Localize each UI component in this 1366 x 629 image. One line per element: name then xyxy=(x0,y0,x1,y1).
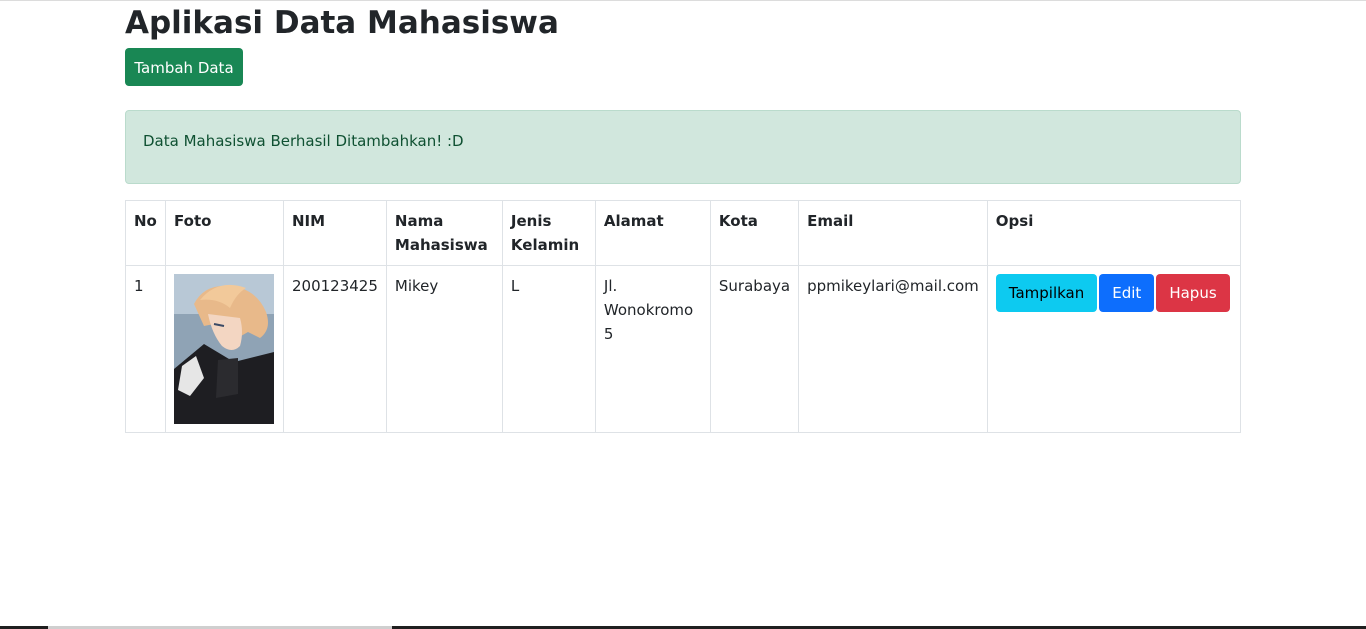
header-nama-line1: Nama xyxy=(394,212,444,230)
cell-email: ppmikeylari@mail.com xyxy=(798,265,988,433)
action-buttons: Tampilkan Edit Hapus xyxy=(995,274,1232,312)
student-table: No Foto NIM Nama Mahasiswa Jenis Kelamin… xyxy=(125,200,1242,433)
header-nama: Nama Mahasiswa xyxy=(385,200,503,266)
edit-button[interactable]: Edit xyxy=(1099,274,1155,312)
add-data-button[interactable]: Tambah Data xyxy=(125,48,243,86)
top-border xyxy=(0,0,1366,1)
header-kota: Kota xyxy=(709,200,800,266)
delete-button[interactable]: Hapus xyxy=(1156,274,1230,312)
cell-nama: Mikey xyxy=(385,265,503,433)
cell-kota: Surabaya xyxy=(709,265,800,433)
success-alert: Data Mahasiswa Berhasil Ditambahkan! :D xyxy=(125,110,1241,184)
header-alamat: Alamat xyxy=(594,200,711,266)
table-row: 1 200123425 Mikey L Jl. Wonokromo 5 Sura… xyxy=(125,265,1242,433)
header-nama-line2: Mahasiswa xyxy=(394,236,488,254)
header-no: No xyxy=(125,200,166,266)
header-opsi: Opsi xyxy=(986,200,1242,266)
header-foto: Foto xyxy=(165,200,284,266)
header-jenis-kelamin: Jenis Kelamin xyxy=(501,200,596,266)
header-nim: NIM xyxy=(283,200,387,266)
cell-opsi: Tampilkan Edit Hapus xyxy=(986,265,1242,433)
table-header-row: No Foto NIM Nama Mahasiswa Jenis Kelamin… xyxy=(125,200,1242,266)
header-email: Email xyxy=(798,200,988,266)
header-jk-line1: Jenis xyxy=(510,212,552,230)
cell-nim: 200123425 xyxy=(283,265,387,433)
header-jk-line2: Kelamin xyxy=(510,236,580,254)
alert-message: Data Mahasiswa Berhasil Ditambahkan! :D xyxy=(143,132,464,150)
show-button[interactable]: Tampilkan xyxy=(995,274,1098,312)
page-title: Aplikasi Data Mahasiswa xyxy=(125,5,559,41)
cell-no: 1 xyxy=(125,265,166,433)
student-photo xyxy=(174,274,274,424)
cell-foto xyxy=(165,265,284,433)
cell-alamat: Jl. Wonokromo 5 xyxy=(594,265,711,433)
cell-jenis-kelamin: L xyxy=(501,265,596,433)
